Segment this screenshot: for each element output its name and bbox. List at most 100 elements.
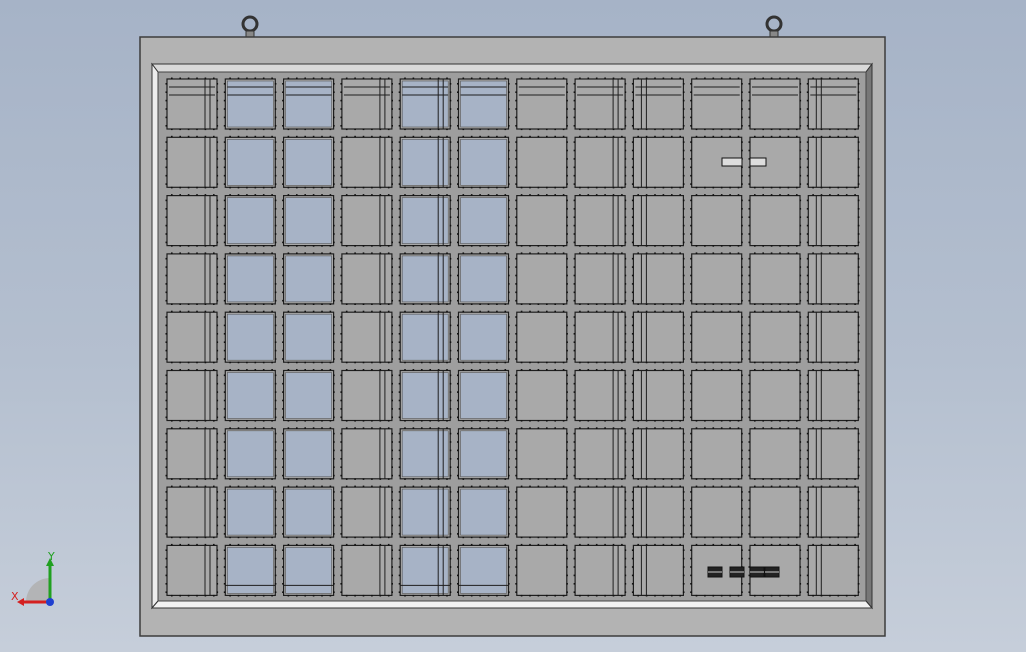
module-cell[interactable] [165,194,219,247]
module-cell[interactable] [340,369,393,422]
module-cell[interactable] [631,369,685,422]
module-cell[interactable] [340,543,393,597]
module-cell[interactable] [515,252,568,305]
module-cell[interactable] [631,77,685,131]
module-cell[interactable] [515,543,568,597]
module-cell[interactable] [806,77,860,131]
module-cell[interactable] [282,310,335,364]
module-cell[interactable] [282,77,335,131]
module-cell[interactable] [748,310,802,364]
module-cell[interactable] [690,369,743,422]
module-cell[interactable] [690,485,743,539]
module-cell[interactable] [573,77,627,131]
module-cell[interactable] [690,427,743,480]
module-cell[interactable] [515,194,568,247]
module-cell[interactable] [398,427,452,480]
module-cell[interactable] [748,485,802,539]
module-cell[interactable] [515,77,568,131]
module-cell[interactable] [806,485,860,539]
module-cell[interactable] [165,543,219,597]
module-cell[interactable] [398,485,452,539]
module-cell[interactable] [398,135,452,189]
module-cell[interactable] [398,77,452,131]
module-cell[interactable] [748,77,802,131]
module-cell[interactable] [631,543,685,597]
module-cell[interactable] [457,485,510,539]
module-cell[interactable] [165,427,219,480]
module-cell[interactable] [573,369,627,422]
module-cell[interactable] [515,427,568,480]
module-cell[interactable] [282,194,335,247]
module-cell[interactable] [165,485,219,539]
module-cell[interactable] [573,252,627,305]
module-cell[interactable] [631,252,685,305]
module-cell[interactable] [573,427,627,480]
module-cell[interactable] [340,310,393,364]
module-cell[interactable] [340,427,393,480]
connector-box[interactable] [749,157,767,167]
module-cell[interactable] [282,543,335,597]
module-cell[interactable] [515,135,568,189]
module-cell[interactable] [457,252,510,305]
module-cell[interactable] [690,252,743,305]
module-cell[interactable] [631,194,685,247]
module-cell[interactable] [165,252,219,305]
module-cell[interactable] [282,252,335,305]
module-cell[interactable] [573,135,627,189]
module-cell[interactable] [806,194,860,247]
module-cell[interactable] [457,77,510,131]
module-cell[interactable] [748,252,802,305]
module-cell[interactable] [748,369,802,422]
module-cell[interactable] [515,310,568,364]
module-cell[interactable] [457,427,510,480]
module-cell[interactable] [340,485,393,539]
module-cell[interactable] [282,369,335,422]
module-cell[interactable] [457,369,510,422]
module-cell[interactable] [223,252,277,305]
module-cell[interactable] [573,485,627,539]
module-cell[interactable] [223,543,277,597]
module-cell[interactable] [398,543,452,597]
module-cell[interactable] [282,427,335,480]
module-cell[interactable] [457,310,510,364]
module-cell[interactable] [165,369,219,422]
module-cell[interactable] [223,194,277,247]
connector-box[interactable] [721,157,743,167]
module-cell[interactable] [282,485,335,539]
module-cell[interactable] [165,310,219,364]
module-cell[interactable] [457,543,510,597]
module-cell[interactable] [398,369,452,422]
module-cell[interactable] [223,427,277,480]
module-cell[interactable] [457,135,510,189]
module-cell[interactable] [631,485,685,539]
module-cell[interactable] [806,427,860,480]
module-cell[interactable] [748,427,802,480]
module-cell[interactable] [398,194,452,247]
module-cell[interactable] [690,77,743,131]
module-cell[interactable] [806,310,860,364]
module-cell[interactable] [223,77,277,131]
module-cell[interactable] [223,485,277,539]
module-cell[interactable] [573,194,627,247]
module-cell[interactable] [806,543,860,597]
module-cell[interactable] [457,194,510,247]
module-cell[interactable] [398,252,452,305]
module-cell[interactable] [573,543,627,597]
module-cell[interactable] [690,310,743,364]
module-cell[interactable] [515,485,568,539]
module-cell[interactable] [806,252,860,305]
module-cell[interactable] [748,194,802,247]
module-cell[interactable] [806,135,860,189]
module-cell[interactable] [631,427,685,480]
module-cell[interactable] [631,135,685,189]
module-cell[interactable] [340,194,393,247]
model-viewport[interactable] [0,0,1026,652]
module-cell[interactable] [340,135,393,189]
module-cell[interactable] [340,252,393,305]
module-cell[interactable] [282,135,335,189]
module-cell[interactable] [223,369,277,422]
module-cell[interactable] [398,310,452,364]
module-cell[interactable] [165,135,219,189]
module-cell[interactable] [340,77,393,131]
module-cell[interactable] [223,135,277,189]
